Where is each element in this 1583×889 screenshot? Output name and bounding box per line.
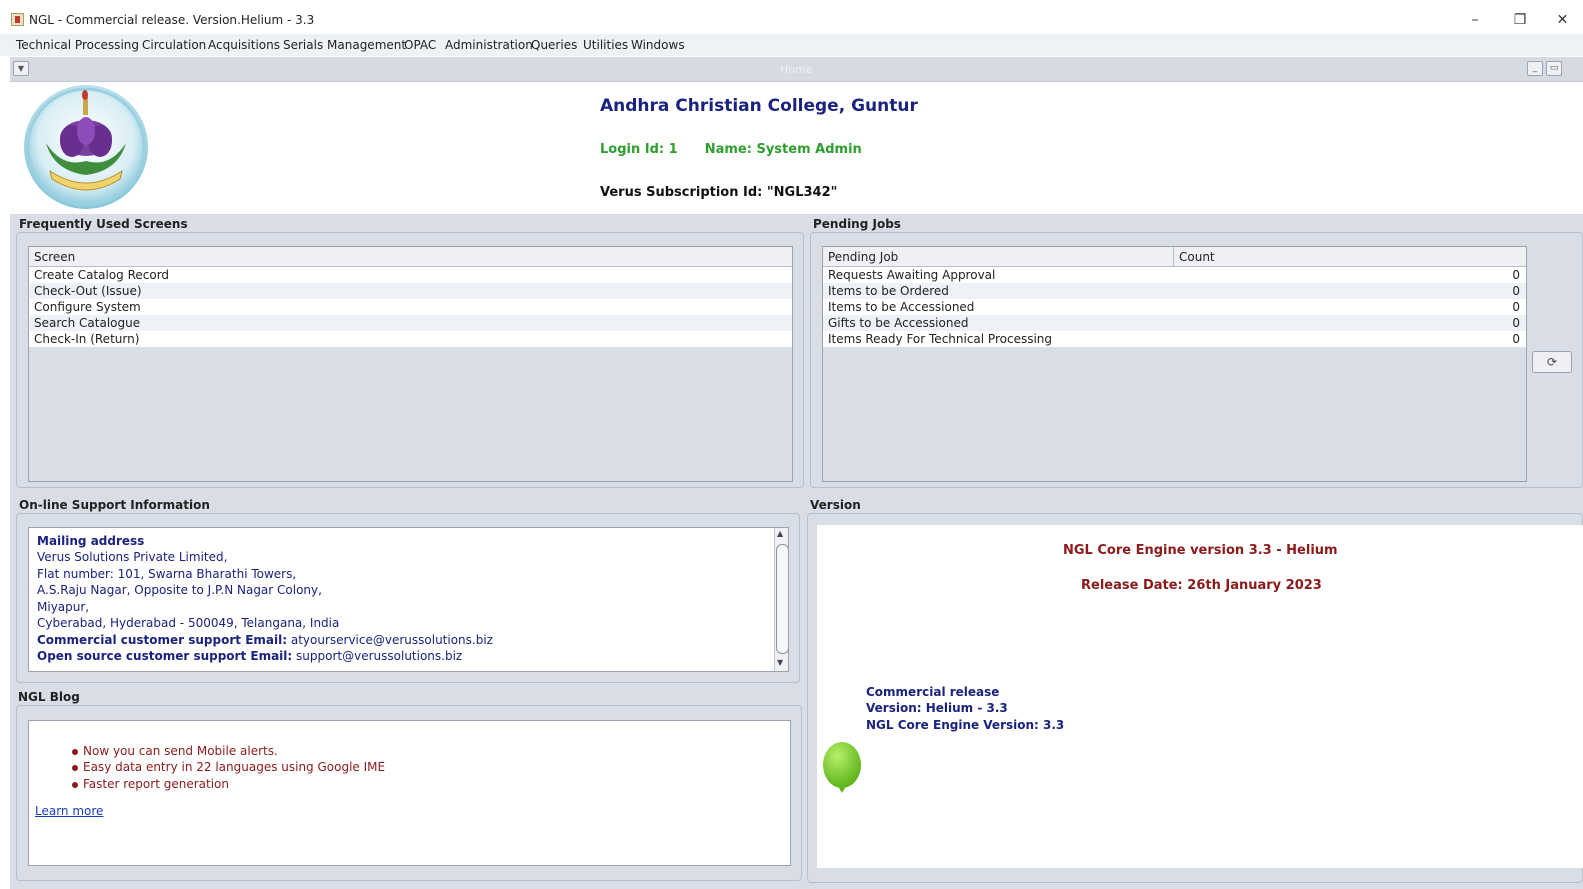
table-header: Screen [29, 247, 792, 267]
frame-menu-icon[interactable]: ▼ [13, 61, 29, 76]
table-row[interactable]: Items to be Ordered 0 [823, 283, 1526, 299]
frame-restore-icon[interactable]: ▭ [1546, 61, 1562, 76]
menu-windows[interactable]: Windows [631, 38, 685, 52]
table-row[interactable]: Items Ready For Technical Processing 0 [823, 331, 1526, 347]
scroll-up-icon[interactable]: ▲ [777, 529, 783, 538]
engine-version: NGL Core Engine version 3.3 - Helium [1063, 543, 1338, 558]
open-source-support-email[interactable]: support@verussolutions.biz [296, 649, 462, 663]
frequent-screens-panel: Screen Create Catalog Record Check-Out (… [16, 232, 804, 488]
home-frame: ▼ Home _ ▭ Andhra Christian College, Gun… [10, 57, 1583, 889]
frame-title: Home [780, 63, 813, 76]
table-row[interactable]: Create Catalog Record [29, 267, 792, 283]
menu-utilities[interactable]: Utilities [583, 38, 628, 52]
version-panel: NGL Core Engine version 3.3 - Helium Rel… [807, 513, 1583, 883]
open-source-support: Open source customer support Email: supp… [37, 649, 462, 663]
app-icon [11, 13, 24, 26]
version-title: Version [810, 498, 861, 512]
column-header-count[interactable]: Count [1179, 250, 1215, 264]
address-line: A.S.Raju Nagar, Opposite to J.P.N Nagar … [37, 583, 322, 597]
release-date: Release Date: 26th January 2023 [1081, 578, 1322, 593]
scroll-down-icon[interactable]: ▼ [777, 658, 783, 667]
commercial-support-label: Commercial customer support Email: [37, 633, 288, 647]
address-line: Cyberabad, Hyderabad - 500049, Telangana… [37, 616, 340, 630]
table-header: Pending Job Count [823, 247, 1526, 267]
address-line: Verus Solutions Private Limited, [37, 550, 228, 564]
commercial-support: Commercial customer support Email: atyou… [37, 633, 493, 647]
refresh-icon[interactable]: ⟳ [1532, 351, 1572, 373]
blog-item: Easy data entry in 22 languages using Go… [71, 760, 386, 774]
version-name: Version: Helium - 3.3 [866, 701, 1008, 715]
menu-queries[interactable]: Queries [531, 38, 577, 52]
pending-jobs-table: Pending Job Count Requests Awaiting Appr… [822, 246, 1527, 482]
address-line: Flat number: 101, Swarna Bharathi Towers… [37, 567, 297, 581]
open-source-support-label: Open source customer support Email: [37, 649, 293, 663]
menu-acquisitions[interactable]: Acquisitions [208, 38, 280, 52]
subscription-id: Verus Subscription Id: "NGL342" [600, 185, 838, 200]
college-name: Andhra Christian College, Guntur [600, 96, 918, 116]
column-header-pending-job[interactable]: Pending Job [828, 250, 898, 264]
mailing-address-label: Mailing address [37, 534, 145, 548]
table-row[interactable]: Check-Out (Issue) [29, 283, 792, 299]
frequent-screens-title: Frequently Used Screens [19, 217, 188, 231]
menu-technical-processing[interactable]: Technical Processing [16, 38, 139, 52]
menu-bar: Technical Processing Circulation Acquisi… [0, 34, 1583, 56]
college-logo [24, 85, 148, 209]
menu-opac[interactable]: OPAC [404, 38, 436, 52]
pending-jobs-panel: Pending Job Count Requests Awaiting Appr… [810, 232, 1583, 488]
menu-administration[interactable]: Administration [445, 38, 533, 52]
blog-title: NGL Blog [18, 690, 80, 704]
column-header-screen[interactable]: Screen [34, 250, 75, 264]
frame-title-bar: ▼ Home _ ▭ [10, 57, 1583, 82]
scrollbar-thumb[interactable] [776, 544, 788, 654]
close-icon[interactable]: ✕ [1542, 8, 1583, 32]
header: Andhra Christian College, Guntur Login I… [10, 82, 1583, 214]
table-row[interactable]: Requests Awaiting Approval 0 [823, 267, 1526, 283]
blog-box: Now you can send Mobile alerts. Easy dat… [28, 720, 791, 866]
user-name: Name: System Admin [704, 142, 862, 157]
login-info: Login Id: 1 Name: System Admin [600, 142, 862, 157]
core-engine-version: NGL Core Engine Version: 3.3 [866, 718, 1065, 732]
blog-panel: Now you can send Mobile alerts. Easy dat… [16, 705, 802, 881]
window-title: NGL - Commercial release. Version.Helium… [29, 13, 315, 27]
blog-item: Faster report generation [72, 777, 229, 791]
menu-serials-management[interactable]: Serials Management [283, 38, 406, 52]
release-type: Commercial release [866, 685, 1000, 699]
window-title-bar: NGL - Commercial release. Version.Helium… [0, 8, 1583, 32]
table-row[interactable]: Search Catalogue [29, 315, 792, 331]
login-id: Login Id: 1 [600, 142, 678, 157]
support-info-box: Mailing address Verus Solutions Private … [28, 527, 789, 672]
support-title: On-line Support Information [19, 498, 210, 512]
menu-circulation[interactable]: Circulation [142, 38, 206, 52]
table-row[interactable]: Check-In (Return) [29, 331, 792, 347]
table-row[interactable]: Gifts to be Accessioned 0 [823, 315, 1526, 331]
commercial-support-email[interactable]: atyourservice@verussolutions.biz [291, 633, 493, 647]
frequent-screens-table: Screen Create Catalog Record Check-Out (… [28, 246, 793, 482]
minimize-icon[interactable]: – [1452, 8, 1498, 32]
learn-more-link[interactable]: Learn more [35, 804, 103, 818]
support-panel: Mailing address Verus Solutions Private … [16, 513, 800, 683]
table-row[interactable]: Configure System [29, 299, 792, 315]
frame-minimize-icon[interactable]: _ [1527, 61, 1543, 76]
restore-icon[interactable]: ❐ [1497, 8, 1543, 32]
blog-item: Now you can send Mobile alerts. [72, 744, 278, 758]
address-line: Miyapur, [37, 600, 90, 614]
vertical-scrollbar[interactable]: ▲ ▼ [774, 528, 788, 671]
version-box: NGL Core Engine version 3.3 - Helium Rel… [817, 525, 1583, 868]
balloon-icon [823, 742, 861, 793]
pending-jobs-title: Pending Jobs [813, 217, 901, 231]
table-row[interactable]: Items to be Accessioned 0 [823, 299, 1526, 315]
